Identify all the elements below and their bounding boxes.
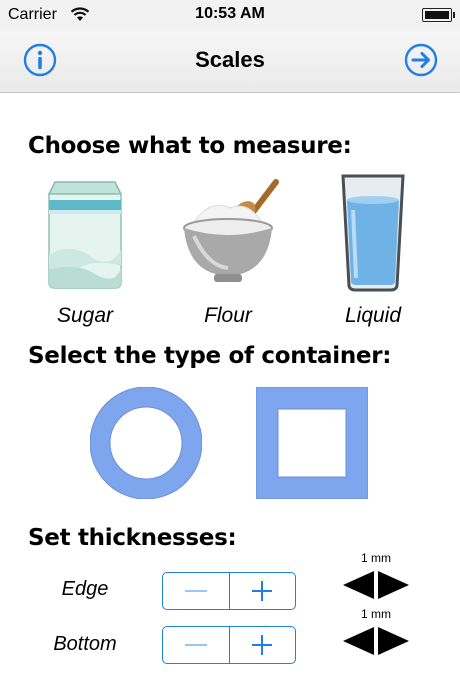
measure-heading: Choose what to measure: <box>28 133 352 159</box>
edge-left-right-arrows-icon[interactable] <box>343 571 409 599</box>
edge-label: Edge <box>61 578 109 600</box>
nav-bar: Scales <box>0 30 460 93</box>
round-container-icon[interactable] <box>90 387 202 499</box>
plus-icon <box>252 635 273 655</box>
edge-increment-button[interactable] <box>230 573 296 609</box>
edge-decrement-button[interactable] <box>163 573 230 609</box>
sugar-option[interactable]: Sugar <box>25 170 145 330</box>
bottom-value: 1 mm <box>361 607 391 621</box>
bottom-label: Bottom <box>53 633 117 655</box>
status-bar: Carrier 10:53 AM <box>0 0 460 30</box>
container-heading: Select the type of container: <box>28 343 392 369</box>
liquid-option[interactable]: Liquid <box>313 170 433 330</box>
flour-option[interactable]: Flour <box>168 170 288 330</box>
page-title: Scales <box>195 47 265 72</box>
minus-icon <box>184 590 207 592</box>
liquid-label: Liquid <box>344 304 402 327</box>
clock: 10:53 AM <box>195 5 265 22</box>
sugar-label: Sugar <box>56 304 114 327</box>
bottom-left-right-arrows-icon[interactable] <box>343 627 409 655</box>
battery-icon <box>422 8 455 22</box>
bottom-decrement-button[interactable] <box>163 627 230 663</box>
edge-stepper <box>162 572 296 610</box>
sugar-bag-icon <box>47 181 123 289</box>
arrow-right-icon[interactable] <box>404 43 438 77</box>
minus-icon <box>184 644 207 646</box>
square-container-icon[interactable] <box>256 387 368 499</box>
flour-bowl-icon <box>183 179 279 282</box>
plus-icon <box>252 581 273 601</box>
water-glass-icon <box>341 174 405 292</box>
edge-value: 1 mm <box>361 551 391 565</box>
thickness-heading: Set thicknesses: <box>28 525 237 551</box>
bottom-increment-button[interactable] <box>230 627 296 663</box>
bottom-stepper <box>162 626 296 664</box>
flour-label: Flour <box>204 304 252 327</box>
